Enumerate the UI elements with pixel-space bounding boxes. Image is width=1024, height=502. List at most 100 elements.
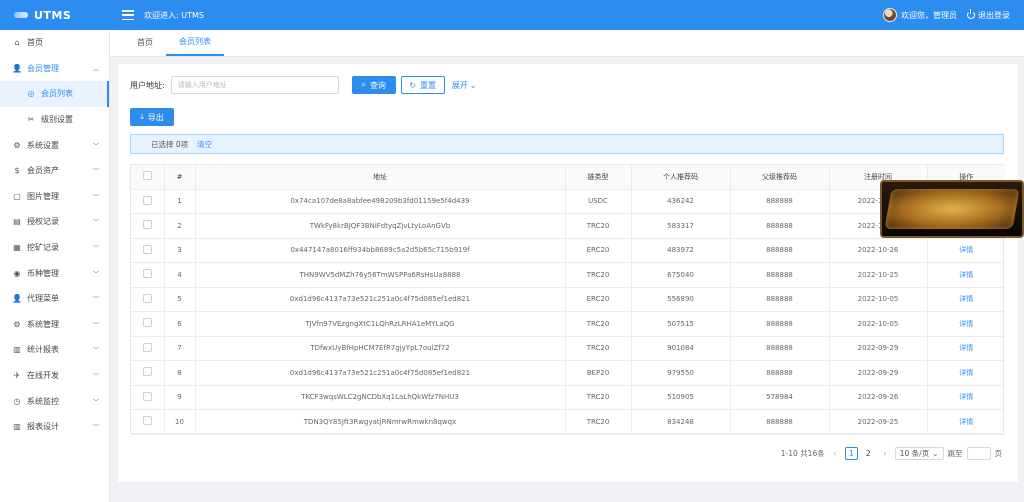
export-button[interactable]: ⤓ 导出: [130, 108, 174, 126]
page-1-button[interactable]: 1: [844, 447, 858, 460]
row-referral-code: 507515: [631, 311, 731, 337]
prev-page-button[interactable]: ‹: [829, 447, 841, 460]
row-register-time: 2022-10-26: [829, 238, 928, 263]
row-checkbox[interactable]: [142, 318, 152, 328]
filter-row: 用户地址: ⌕ 查询 ↻ 重置 展开 ⌄: [130, 76, 476, 94]
row-index: 1: [164, 189, 196, 214]
row-register-time: 2022-10-05: [829, 287, 928, 312]
column-header-chain: 链类型: [565, 165, 632, 190]
row-address: TDfwxUyBfHpHCM7EfR7gjyYpL7ouiZf72: [195, 336, 566, 361]
sidebar-item-mining-records[interactable]: ▦ 挖矿记录 ﹀: [0, 235, 109, 261]
sidebar-item-report-design[interactable]: ▥ 报表设计 ﹀: [0, 414, 109, 440]
chevron-down-icon: ﹀: [92, 296, 99, 304]
tab-member-list[interactable]: 会员列表: [166, 29, 224, 56]
row-detail-link[interactable]: 详情: [927, 262, 1005, 288]
row-parent-code: 888888: [730, 360, 830, 386]
chevron-down-icon: ﹀: [92, 193, 99, 201]
mining-records-icon: ▦: [13, 243, 21, 253]
sidebar-item-currency-management[interactable]: ◉ 币种管理 ﹀: [0, 260, 109, 286]
row-address: TDN3QY85Jft3RwgyatjRNmrwRmwkn8qwqx: [195, 409, 566, 435]
row-checkbox[interactable]: [142, 416, 152, 426]
row-checkbox[interactable]: [142, 293, 152, 303]
row-parent-code: 888888: [730, 311, 830, 337]
brand-logo-watermark: [880, 180, 1024, 238]
sidebar-item-system-monitoring[interactable]: ◷ 系统监控 ﹀: [0, 388, 109, 414]
row-select-cell: [131, 189, 165, 214]
chevron-down-icon: ﹀: [92, 142, 99, 150]
sidebar-item-label: 系统设置: [27, 140, 59, 150]
row-checkbox[interactable]: [142, 269, 152, 279]
row-checkbox[interactable]: [142, 244, 152, 254]
row-address: 0x447147a8016ff934bb8689c5a2d5b65c715b91…: [195, 238, 566, 263]
address-search-input[interactable]: [170, 76, 339, 94]
currency-management-icon: ◉: [13, 268, 21, 278]
row-referral-code: 436242: [631, 189, 731, 214]
agent-menu-icon: 👤: [12, 294, 22, 304]
sidebar-item-statistics-reports[interactable]: ▥ 统计报表 ﹀: [0, 337, 109, 363]
sidebar-item-label: 授权记录: [27, 217, 59, 227]
row-detail-link[interactable]: 详情: [927, 336, 1005, 361]
jump-suffix: 页: [994, 449, 1003, 458]
row-checkbox[interactable]: [142, 367, 152, 377]
select-all-checkbox[interactable]: [142, 171, 152, 181]
logo: UTMS: [0, 0, 110, 30]
member-table: # 地址 链类型 个人推荐码 父级推荐码 注册时间 操作 1 0x74ca107d…: [130, 164, 1005, 435]
row-detail-link[interactable]: 详情: [927, 409, 1005, 435]
menu-toggle-icon[interactable]: [122, 10, 134, 20]
row-checkbox[interactable]: [142, 391, 152, 401]
row-index: 4: [164, 262, 196, 288]
row-index: 3: [164, 238, 196, 263]
row-checkbox[interactable]: [142, 220, 152, 230]
sidebar-item-agent-menu[interactable]: 👤 代理菜单 ﹀: [0, 286, 109, 312]
clear-selection-link[interactable]: 清空: [197, 139, 212, 150]
logo-mark-icon: [14, 12, 28, 18]
row-parent-code: 888888: [730, 287, 830, 312]
row-register-time: 2022-10-25: [829, 262, 928, 288]
row-parent-code: 888888: [730, 262, 830, 288]
sidebar-item-online-development[interactable]: ✈ 在线开发 ﹀: [0, 363, 109, 389]
row-address: THN9WV5dMZh76y56TmWSPPa6RsHsUa8888: [195, 262, 566, 288]
search-icon: ⌕: [361, 80, 366, 89]
sidebar-item-member-management[interactable]: 👤 会员管理 ︿: [0, 56, 109, 82]
jump-page-input[interactable]: [966, 447, 991, 460]
avatar[interactable]: [883, 8, 897, 22]
row-parent-code: 888888: [730, 213, 830, 239]
sidebar-item-member-list[interactable]: ◎ 会员列表: [0, 81, 109, 107]
row-checkbox[interactable]: [142, 342, 152, 352]
sidebar-item-image-management[interactable]: ▢ 图片管理 ﹀: [0, 184, 109, 210]
sidebar-item-system-management[interactable]: ⚙ 系统管理 ﹀: [0, 312, 109, 338]
logout-button[interactable]: 退出登录: [967, 9, 1010, 21]
user-menu[interactable]: 欢迎您，管理员: [883, 8, 957, 22]
row-detail-link[interactable]: 详情: [927, 311, 1005, 337]
search-button[interactable]: ⌕ 查询: [351, 76, 396, 94]
member-list-icon: ◎: [27, 89, 35, 99]
address-filter-label: 用户地址:: [130, 80, 165, 90]
sidebar-item-member-assets[interactable]: $ 会员资产 ﹀: [0, 158, 109, 184]
sidebar-item-label: 图片管理: [27, 191, 59, 201]
chevron-down-icon: ⌄: [469, 80, 477, 90]
row-chain-type: TRC20: [565, 262, 632, 288]
row-address: TWkFy8krBJQF3BNiFdtyqZjvLtyLoAnGVb: [195, 213, 566, 239]
row-index: 10: [164, 409, 196, 435]
pagination-summary: 1-10 共16条: [780, 449, 825, 458]
tab-home[interactable]: 首页: [124, 29, 166, 56]
row-detail-link[interactable]: 详情: [927, 287, 1005, 312]
reset-button[interactable]: ↻ 重置: [400, 76, 445, 94]
sidebar-item-home[interactable]: ⌂ 首页: [0, 30, 109, 56]
row-detail-link[interactable]: 详情: [927, 238, 1005, 263]
sidebar-item-system-settings[interactable]: ⚙ 系统设置 ﹀: [0, 132, 109, 158]
row-checkbox[interactable]: [142, 195, 152, 205]
row-detail-link[interactable]: 详情: [927, 385, 1005, 410]
sidebar-item-authorization-records[interactable]: ▤ 授权记录 ﹀: [0, 209, 109, 235]
page-2-button[interactable]: 2: [862, 447, 875, 460]
next-page-button[interactable]: ›: [879, 447, 891, 460]
page-size-select[interactable]: 10 条/页 ⌄: [894, 447, 944, 460]
row-detail-link[interactable]: 详情: [927, 360, 1005, 386]
row-register-time: 2022-09-25: [829, 409, 928, 435]
row-select-cell: [131, 409, 165, 435]
table-row: 3 0x447147a8016ff934bb8689c5a2d5b65c715b9…: [131, 238, 1005, 263]
chevron-down-icon: ﹀: [92, 219, 99, 227]
sidebar-item-level-settings[interactable]: ✂ 级别设置: [0, 107, 109, 133]
expand-toggle[interactable]: 展开 ⌄: [452, 80, 477, 91]
table-row: 10 TDN3QY85Jft3RwgyatjRNmrwRmwkn8qwqx TRC2…: [131, 409, 1005, 435]
